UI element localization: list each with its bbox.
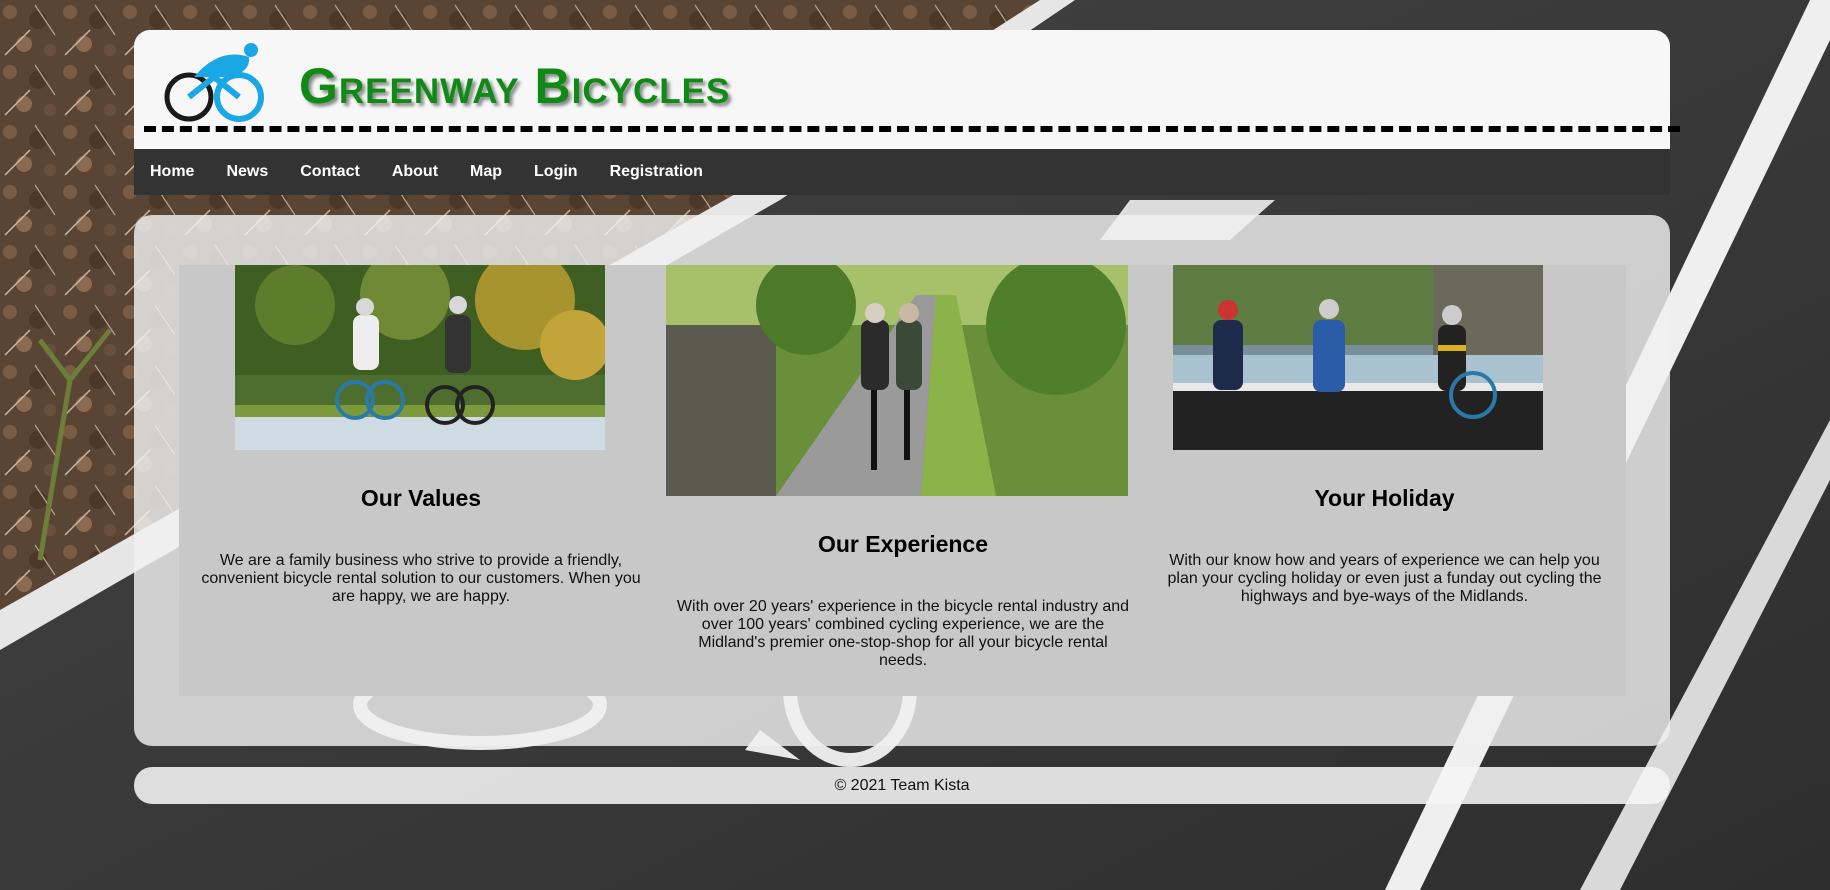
nav-contact-link[interactable]: Contact [284, 149, 376, 195]
footer-copyright: © 2021 Team Kista [834, 777, 970, 794]
site-footer: © 2021 Team Kista [134, 767, 1670, 804]
feature-text-experience: With over 20 years' experience in the bi… [676, 598, 1130, 669]
nav-registration-link[interactable]: Registration [594, 149, 719, 195]
feature-heading-values: Our Values [360, 485, 482, 511]
cyclists-canal-lock-photo [1173, 265, 1543, 450]
main-content-card: Our Values We are a family business who … [134, 215, 1670, 746]
nav-home-link[interactable]: Home [134, 149, 210, 195]
feature-heading-experience: Our Experience [817, 531, 989, 557]
nav-about-link[interactable]: About [376, 149, 454, 195]
header-dashed-divider [144, 126, 1680, 132]
cyclist-logo-icon[interactable] [159, 42, 269, 122]
main-nav: Home News Contact About Map Login Regist… [134, 149, 1670, 195]
couple-cycling-greenway-photo [666, 265, 1128, 496]
two-cyclists-road-photo [235, 265, 605, 450]
nav-login-link[interactable]: Login [518, 149, 594, 195]
feature-columns: Our Values We are a family business who … [179, 265, 1626, 696]
nav-news-link[interactable]: News [210, 149, 284, 195]
nav-map-link[interactable]: Map [454, 149, 518, 195]
feature-text-values: We are a family business who strive to p… [201, 552, 641, 605]
site-header: Greenway Bicycles [134, 30, 1680, 149]
site-title: Greenway Bicycles [299, 58, 731, 114]
feature-text-holiday: With our know how and years of experienc… [1167, 552, 1602, 605]
feature-heading-holiday: Your Holiday [1314, 485, 1455, 511]
